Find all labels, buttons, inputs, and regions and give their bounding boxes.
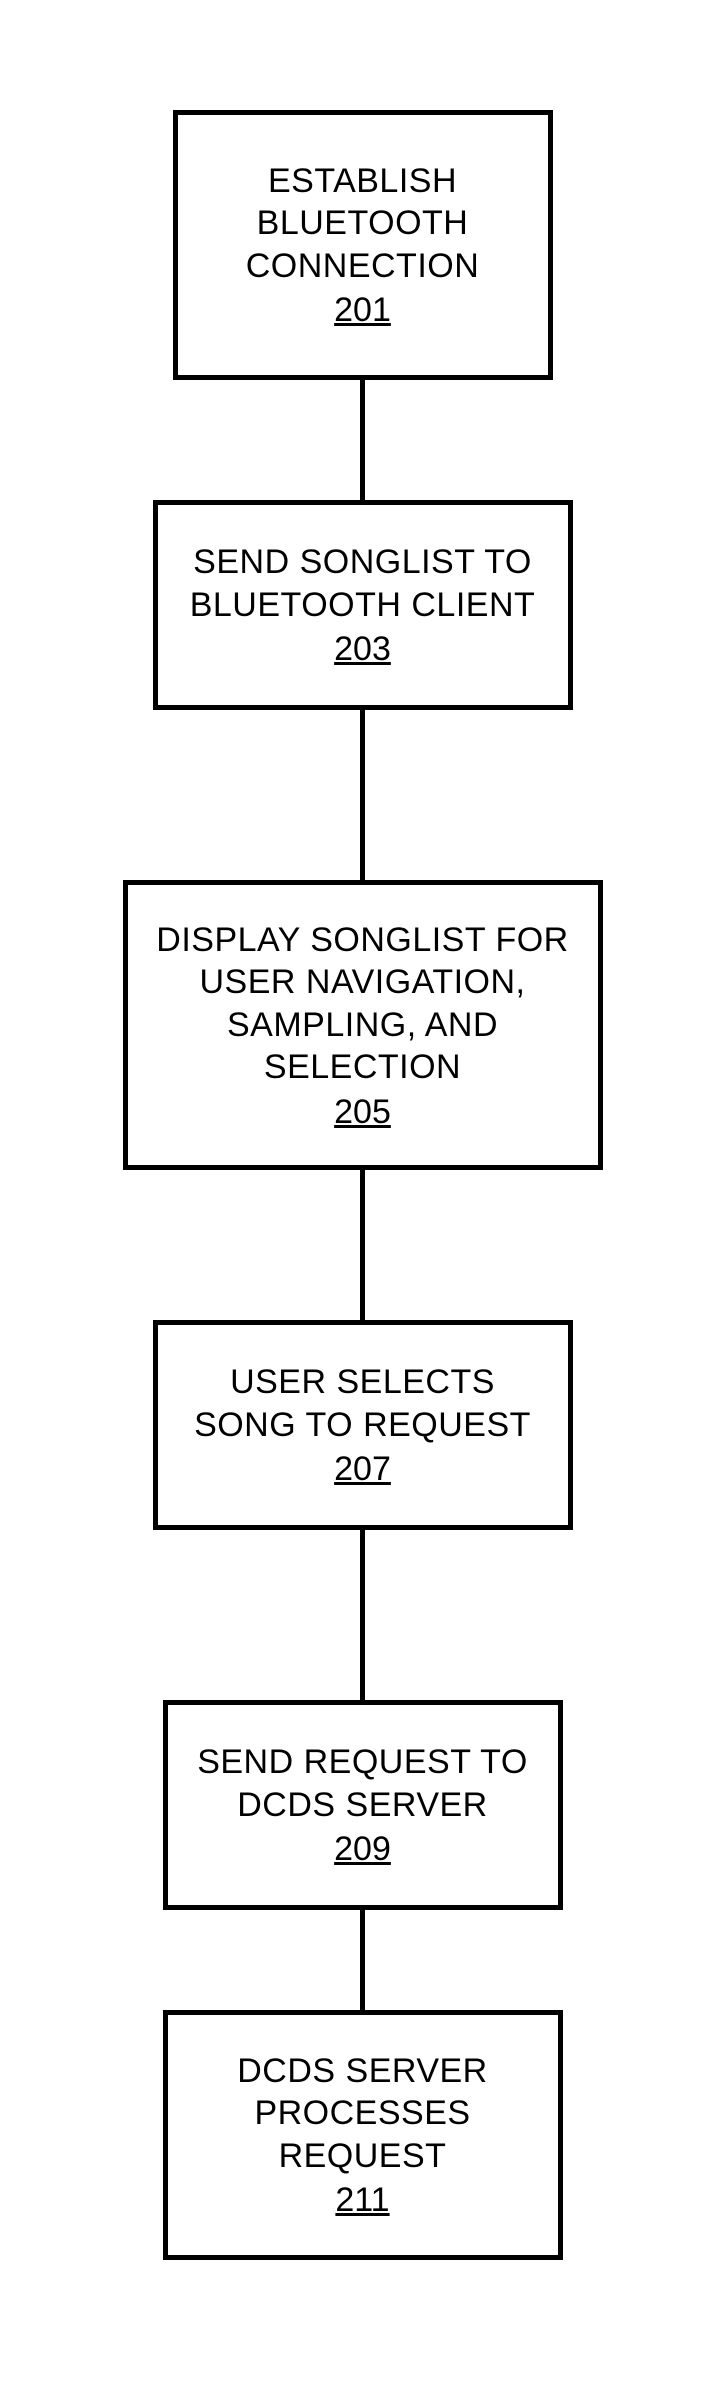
flow-connector <box>360 1530 365 1700</box>
flow-node-207: USER SELECTS SONG TO REQUEST 207 <box>153 1320 573 1530</box>
flow-node-201: ESTABLISH BLUETOOTH CONNECTION 201 <box>173 110 553 380</box>
flow-node-label: USER SELECTS SONG TO REQUEST <box>194 1361 531 1446</box>
flow-node-label: SEND REQUEST TO DCDS SERVER <box>197 1741 528 1826</box>
flow-node-number: 209 <box>334 1830 391 1869</box>
flow-node-203: SEND SONGLIST TO BLUETOOTH CLIENT 203 <box>153 500 573 710</box>
flow-node-label: DCDS SERVER PROCESSES REQUEST <box>237 2050 488 2178</box>
flowchart-canvas: ESTABLISH BLUETOOTH CONNECTION 201 SEND … <box>0 0 725 2394</box>
flow-node-label: DISPLAY SONGLIST FOR USER NAVIGATION, SA… <box>150 919 576 1089</box>
flow-connector <box>360 1170 365 1320</box>
flowchart-column: ESTABLISH BLUETOOTH CONNECTION 201 SEND … <box>123 110 603 2260</box>
flow-connector <box>360 1910 365 2010</box>
flow-connector <box>360 710 365 880</box>
flow-node-label: SEND SONGLIST TO BLUETOOTH CLIENT <box>190 541 536 626</box>
flow-connector <box>360 380 365 500</box>
flow-node-205: DISPLAY SONGLIST FOR USER NAVIGATION, SA… <box>123 880 603 1170</box>
flow-node-number: 207 <box>334 1450 391 1489</box>
flow-node-209: SEND REQUEST TO DCDS SERVER 209 <box>163 1700 563 1910</box>
flow-node-number: 211 <box>335 2181 389 2220</box>
flow-node-number: 203 <box>334 630 391 669</box>
flow-node-label: ESTABLISH BLUETOOTH CONNECTION <box>246 160 480 288</box>
flow-node-211: DCDS SERVER PROCESSES REQUEST 211 <box>163 2010 563 2260</box>
flow-node-number: 201 <box>334 291 391 330</box>
flow-node-number: 205 <box>334 1093 391 1132</box>
